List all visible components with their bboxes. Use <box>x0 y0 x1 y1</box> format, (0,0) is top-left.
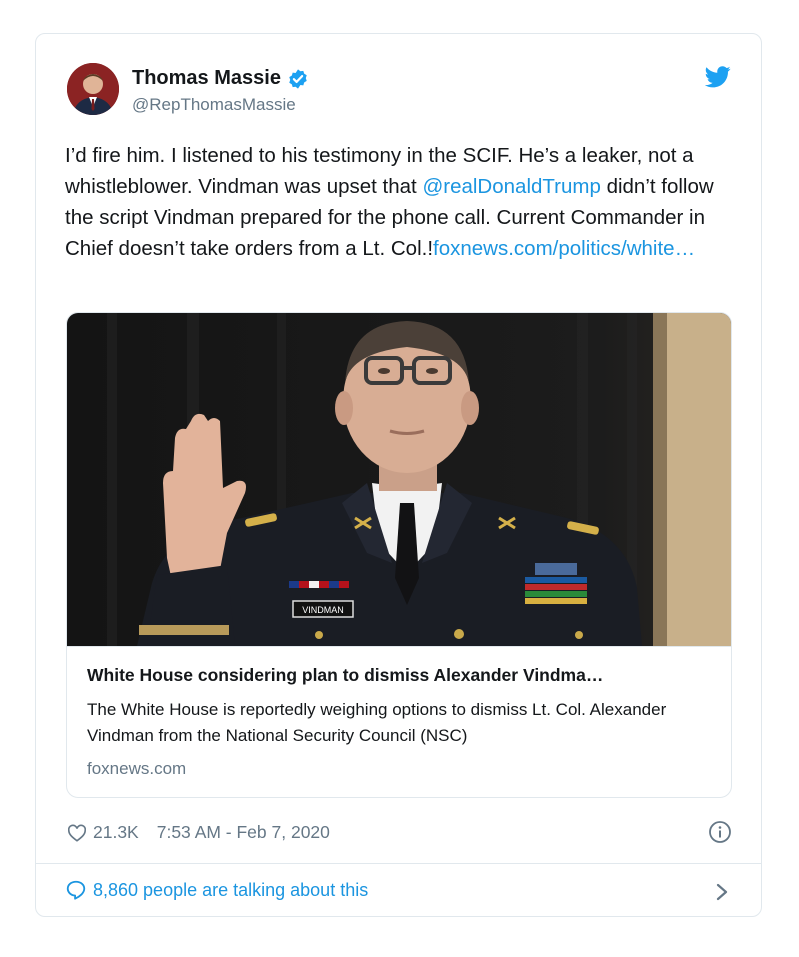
heart-icon[interactable] <box>67 824 87 842</box>
link-card-title[interactable]: White House considering plan to dismiss … <box>87 665 717 686</box>
article-link[interactable]: foxnews.com/politics/white… <box>433 237 695 260</box>
tweet-card[interactable]: Thomas Massie @RepThomasMassie I’d fire … <box>35 33 762 917</box>
author-name-text: Thomas Massie <box>132 67 281 89</box>
twitter-bird-icon[interactable] <box>705 66 731 88</box>
timestamp[interactable]: 7:53 AM - Feb 7, 2020 <box>157 822 330 843</box>
avatar[interactable] <box>67 63 119 115</box>
link-card-info[interactable]: White House considering plan to dismiss … <box>67 646 731 797</box>
tweet-meta: 21.3K 7:53 AM - Feb 7, 2020 <box>67 822 330 843</box>
nameplate-text: VINDMAN <box>302 605 344 615</box>
conversation-link[interactable]: 8,860 people are talking about this <box>65 879 368 901</box>
conversation-text[interactable]: 8,860 people are talking about this <box>93 880 368 901</box>
divider <box>36 863 761 864</box>
article-photo: VINDMAN <box>67 313 731 646</box>
author-name[interactable]: Thomas Massie <box>132 67 309 90</box>
link-preview-card[interactable]: VINDMAN White House considering plan to … <box>66 312 732 798</box>
mention-link[interactable]: @realDonaldTrump <box>422 175 600 198</box>
like-count[interactable]: 21.3K <box>93 822 139 843</box>
info-icon[interactable] <box>708 820 732 844</box>
link-card-description: The White House is reportedly weighing o… <box>87 700 667 745</box>
speech-bubble-icon <box>66 880 86 900</box>
chevron-right-icon[interactable] <box>715 882 729 902</box>
link-card-domain: foxnews.com <box>87 759 187 778</box>
tweet-text: I’d fire him. I listened to his testimon… <box>65 140 745 264</box>
verified-badge-icon <box>289 68 307 89</box>
author-handle[interactable]: @RepThomasMassie <box>132 95 296 115</box>
